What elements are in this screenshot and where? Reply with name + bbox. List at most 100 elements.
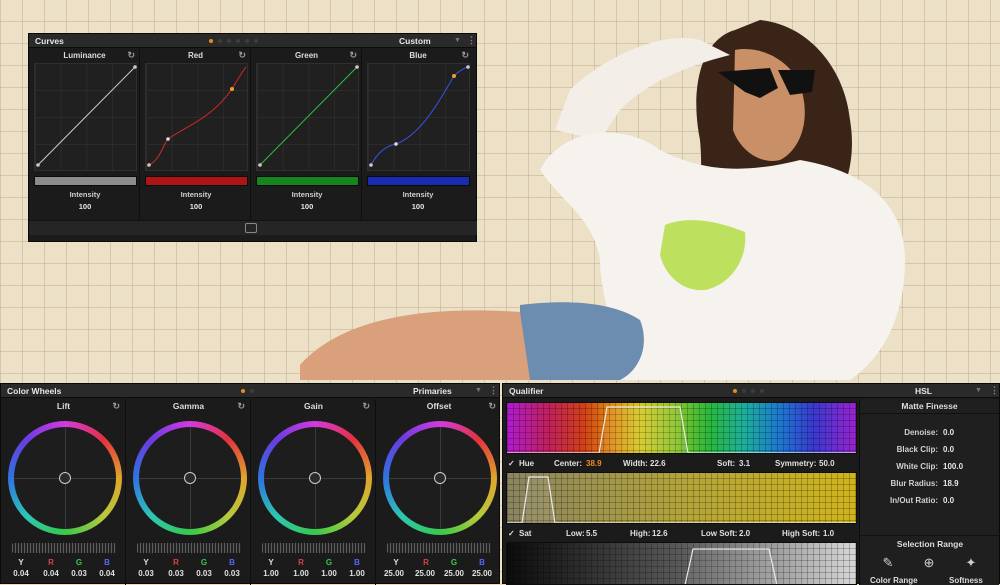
- blur-radius-value[interactable]: 18.9: [943, 479, 959, 488]
- reset-icon[interactable]: ↻: [362, 399, 370, 414]
- black-clip-value[interactable]: 0.0: [943, 445, 954, 454]
- eyedropper-icon[interactable]: ✎: [879, 555, 897, 573]
- white-clip-value[interactable]: 100.0: [943, 462, 963, 471]
- curve-label: Blue: [409, 51, 427, 60]
- curve-graph[interactable]: [367, 63, 470, 171]
- eyedropper-add-icon[interactable]: ⊕: [920, 555, 938, 573]
- inout-ratio-value[interactable]: 0.0: [943, 496, 954, 505]
- symmetry-value[interactable]: 50.0: [819, 459, 835, 468]
- intensity-value[interactable]: 100: [252, 202, 362, 211]
- curve-graph[interactable]: [256, 63, 359, 171]
- intensity-slider[interactable]: [34, 176, 137, 186]
- value-g[interactable]: 0.03: [67, 569, 91, 578]
- reset-icon[interactable]: ↻: [488, 399, 496, 414]
- qualifier-panel: Qualifier HSL ▼ ⋮ ✓ Hue Center: 38.9 Wid…: [502, 383, 1000, 585]
- wheel-knob[interactable]: [434, 472, 446, 484]
- page-dots[interactable]: [209, 38, 258, 43]
- sat-checkbox[interactable]: ✓: [508, 529, 515, 538]
- curve-label: Red: [187, 51, 204, 60]
- hue-checkbox[interactable]: ✓: [508, 459, 515, 468]
- intensity-slider[interactable]: [367, 176, 470, 186]
- value-b[interactable]: 0.03: [220, 569, 244, 578]
- denoise-value[interactable]: 0.0: [943, 428, 954, 437]
- value-r[interactable]: 25.00: [411, 569, 439, 578]
- inout-ratio-label: In/Out Ratio:: [890, 496, 938, 505]
- intensity-label: Intensity: [402, 190, 434, 199]
- value-b[interactable]: 25.00: [468, 569, 496, 578]
- color-wheel[interactable]: [258, 421, 372, 535]
- chevron-down-icon[interactable]: ▼: [454, 37, 461, 44]
- wheels-header: Color Wheels Primaries ▼ ⋮: [1, 384, 499, 398]
- width-label: Width:: [623, 459, 648, 468]
- value-g[interactable]: 1.00: [317, 569, 341, 578]
- kebab-menu-icon[interactable]: ⋮: [467, 35, 476, 46]
- curve-graph[interactable]: [145, 63, 248, 171]
- channel-g-label: G: [325, 558, 333, 567]
- low-value[interactable]: 5.5: [586, 529, 597, 538]
- value-y[interactable]: 0.04: [9, 569, 33, 578]
- matte-finesse: Matte Finesse Denoise: 0.0 Black Clip: 0.0…: [859, 399, 1000, 585]
- value-y[interactable]: 25.00: [380, 569, 408, 578]
- kebab-menu-icon[interactable]: ⋮: [990, 385, 999, 396]
- master-wheel[interactable]: [12, 543, 116, 553]
- reset-icon[interactable]: ↻: [238, 49, 246, 62]
- channel-r-label: R: [48, 558, 54, 567]
- master-wheel[interactable]: [387, 543, 491, 553]
- page-dots[interactable]: [241, 388, 254, 393]
- intensity-slider[interactable]: [256, 176, 359, 186]
- intensity-value[interactable]: 100: [363, 202, 473, 211]
- wheel-knob[interactable]: [309, 472, 321, 484]
- color-wheel[interactable]: [383, 421, 497, 535]
- curve-graph[interactable]: [34, 63, 137, 171]
- center-value[interactable]: 38.9: [586, 459, 602, 468]
- value-y[interactable]: 0.03: [134, 569, 158, 578]
- wheel-knob[interactable]: [59, 472, 71, 484]
- value-b[interactable]: 1.00: [345, 569, 369, 578]
- chevron-down-icon[interactable]: ▼: [475, 387, 482, 394]
- color-wheel[interactable]: [8, 421, 122, 535]
- reset-icon[interactable]: ↻: [461, 49, 469, 62]
- channel-g-label: G: [450, 558, 458, 567]
- intensity-value[interactable]: 100: [30, 202, 140, 211]
- sat-strip[interactable]: [506, 472, 857, 524]
- value-b[interactable]: 0.04: [95, 569, 119, 578]
- curve-label: Green: [294, 51, 319, 60]
- magic-wand-icon[interactable]: ✦: [962, 555, 980, 573]
- value-r[interactable]: 0.04: [39, 569, 63, 578]
- wheel-knob[interactable]: [184, 472, 196, 484]
- wheels-mode-select[interactable]: Primaries: [413, 386, 452, 396]
- reset-icon[interactable]: ↻: [349, 49, 357, 62]
- curves-options-icon[interactable]: [245, 223, 257, 233]
- width-value[interactable]: 22.6: [650, 459, 666, 468]
- intensity-slider[interactable]: [145, 176, 248, 186]
- soft-value[interactable]: 3.1: [739, 459, 750, 468]
- value-r[interactable]: 0.03: [164, 569, 188, 578]
- selection-range-title: Selection Range: [860, 535, 1000, 549]
- low-soft-value[interactable]: 2.0: [739, 529, 750, 538]
- value-y[interactable]: 1.00: [259, 569, 283, 578]
- high-soft-value[interactable]: 1.0: [823, 529, 834, 538]
- lum-strip[interactable]: [506, 542, 857, 585]
- denoise-label: Denoise:: [904, 428, 938, 437]
- curves-mode-select[interactable]: Custom: [399, 36, 431, 46]
- reset-icon[interactable]: ↻: [112, 399, 120, 414]
- reset-icon[interactable]: ↻: [127, 49, 135, 62]
- master-wheel[interactable]: [262, 543, 366, 553]
- chevron-down-icon[interactable]: ▼: [975, 387, 982, 394]
- value-r[interactable]: 1.00: [289, 569, 313, 578]
- master-wheel[interactable]: [137, 543, 241, 553]
- qualifier-mode-select[interactable]: HSL: [915, 386, 932, 396]
- kebab-menu-icon[interactable]: ⋮: [489, 385, 498, 396]
- page-dots[interactable]: [733, 388, 764, 393]
- hue-strip[interactable]: [506, 402, 857, 454]
- reset-icon[interactable]: ↻: [237, 399, 245, 414]
- intensity-label: Intensity: [291, 190, 323, 199]
- color-wheel[interactable]: [133, 421, 247, 535]
- channel-y-label: Y: [143, 558, 149, 567]
- blur-radius-label: Blur Radius:: [890, 479, 938, 488]
- intensity-label: Intensity: [180, 190, 212, 199]
- intensity-value[interactable]: 100: [141, 202, 251, 211]
- value-g[interactable]: 25.00: [440, 569, 468, 578]
- value-g[interactable]: 0.03: [192, 569, 216, 578]
- high-value[interactable]: 12.6: [652, 529, 668, 538]
